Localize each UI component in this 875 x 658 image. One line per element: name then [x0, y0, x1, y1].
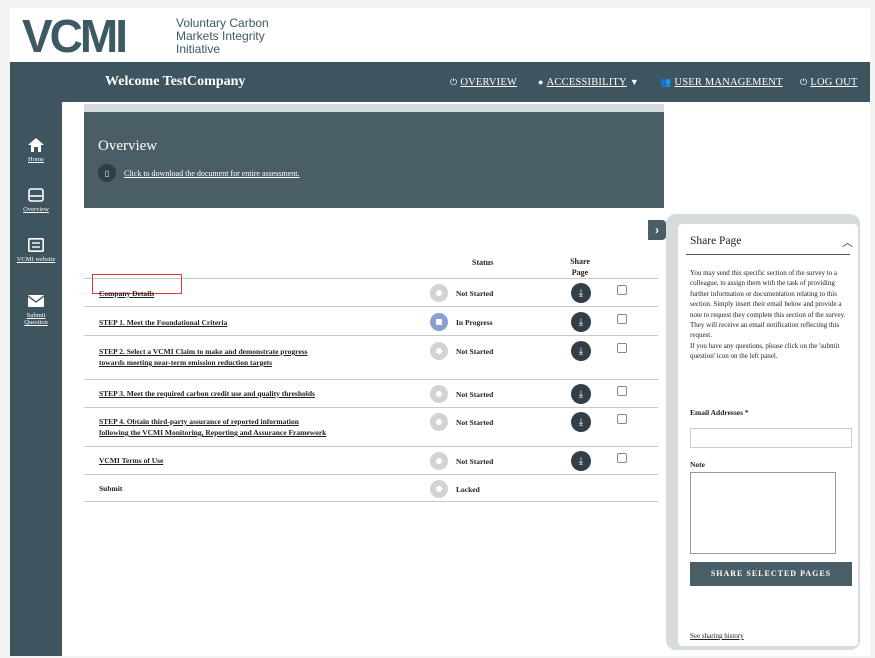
status-text: Locked [456, 485, 480, 494]
status-text: In Progress [456, 318, 493, 327]
divider [686, 254, 850, 255]
top-nav: Welcome TestCompany ⏻ OVERVIEW ● ACCESSIBI… [10, 62, 870, 102]
info-icon: ● [538, 77, 544, 87]
download-icon[interactable]: ⤓ [571, 341, 591, 361]
app-frame: VCMI Voluntary Carbon Markets Integrity … [10, 8, 870, 656]
section-label: Submit [99, 484, 123, 493]
table-row: STEP 4. Obtain third-party assurance of … [84, 407, 658, 446]
download-icon[interactable]: ⤓ [571, 283, 591, 303]
nav-user-management-link[interactable]: 👥 USER MANAGEMENT [660, 77, 783, 88]
lock-icon [430, 480, 448, 498]
status-icon [430, 313, 448, 331]
section-link[interactable]: STEP 4. Obtain third-party assurance of … [99, 416, 326, 438]
list-icon [28, 238, 44, 252]
email-label: Email Addresses * [690, 408, 749, 417]
status-icon [430, 413, 448, 431]
welcome-text: Welcome TestCompany [105, 74, 246, 89]
share-checkbox[interactable] [617, 453, 627, 463]
sharing-history-link[interactable]: See sharing history [690, 632, 744, 640]
sidebar-item-overview[interactable]: Overview [10, 188, 62, 213]
home-icon [28, 138, 44, 152]
users-icon: 👥 [660, 77, 672, 87]
status-icon [430, 284, 448, 302]
logo-subtitle: Voluntary Carbon Markets Integrity Initi… [176, 16, 269, 56]
inbox-icon [28, 188, 44, 202]
share-checkbox[interactable] [617, 314, 627, 324]
status-text: Not Started [456, 457, 494, 466]
overview-banner: Overview ▯ Click to download the documen… [84, 104, 664, 208]
table-row: STEP 1. Meet the Foundational Criteria I… [84, 306, 658, 335]
status-icon [430, 342, 448, 360]
section-link[interactable]: STEP 2. Select a VCMI Claim to make and … [99, 346, 308, 368]
download-icon[interactable]: ⤓ [571, 384, 591, 404]
status-icon [430, 452, 448, 470]
share-checkbox[interactable] [617, 343, 627, 353]
section-link[interactable]: STEP 1. Meet the Foundational Criteria [99, 317, 227, 328]
share-panel: Share Page ︿ You may send this specific … [678, 224, 858, 646]
status-column-header: Status [472, 258, 494, 267]
share-checkbox[interactable] [617, 414, 627, 424]
status-text: Not Started [456, 390, 494, 399]
table-row: STEP 3. Meet the required carbon credit … [84, 379, 658, 407]
document-icon: ▯ [98, 164, 116, 182]
download-icon[interactable]: ⤓ [571, 451, 591, 471]
status-text: Not Started [456, 418, 494, 427]
note-label: Note [690, 460, 705, 469]
nav-logout-link[interactable]: ⏻ LOG OUT [800, 77, 858, 88]
left-sidebar: Home Overview VCMI website Submit Questio… [10, 102, 62, 656]
power-icon: ⏻ [450, 77, 458, 87]
nav-overview-link[interactable]: ⏻ OVERVIEW [450, 77, 517, 88]
chevron-down-icon: ▼ [629, 77, 639, 87]
status-text: Not Started [456, 289, 494, 298]
download-link[interactable]: ▯ Click to download the document for ent… [98, 164, 300, 182]
status-text: Not Started [456, 347, 494, 356]
page-title: Overview [98, 138, 158, 154]
sidebar-item-website[interactable]: VCMI website [10, 238, 62, 263]
email-field[interactable] [690, 428, 852, 448]
share-checkbox[interactable] [617, 386, 627, 396]
vcmi-logo[interactable]: VCMI [22, 13, 128, 59]
section-link[interactable]: Company Details [99, 288, 154, 299]
table-row: VCMI Terms of Use Not Started ⤓ [84, 446, 658, 474]
download-icon[interactable]: ⤓ [571, 312, 591, 332]
sidebar-item-home[interactable]: Home [10, 138, 62, 163]
envelope-icon [28, 295, 44, 307]
section-link[interactable]: STEP 3. Meet the required carbon credit … [99, 388, 315, 399]
share-column-header: Share Page [570, 257, 590, 277]
status-icon [430, 385, 448, 403]
table-row: Company Details Not Started ⤓ [84, 274, 658, 306]
note-field[interactable] [690, 472, 836, 554]
share-description: You may send this specific section of th… [690, 269, 846, 361]
power-icon: ⏻ [800, 77, 808, 87]
logo-bar: VCMI Voluntary Carbon Markets Integrity … [10, 8, 870, 60]
download-icon[interactable]: ⤓ [571, 412, 591, 432]
collapse-panel-toggle[interactable]: › [648, 220, 666, 240]
sidebar-item-submit-question[interactable]: Submit Question [10, 294, 62, 326]
share-panel-title: Share Page [690, 235, 742, 247]
section-link[interactable]: VCMI Terms of Use [99, 455, 163, 466]
chevron-up-icon[interactable]: ︿ [842, 234, 853, 250]
table-row: STEP 2. Select a VCMI Claim to make and … [84, 335, 658, 379]
share-selected-pages-button[interactable]: SHARE SELECTED PAGES [690, 562, 852, 586]
share-checkbox[interactable] [617, 285, 627, 295]
table-row: Submit Locked [84, 474, 658, 502]
nav-accessibility-link[interactable]: ● ACCESSIBILITY ▼ [538, 77, 642, 88]
